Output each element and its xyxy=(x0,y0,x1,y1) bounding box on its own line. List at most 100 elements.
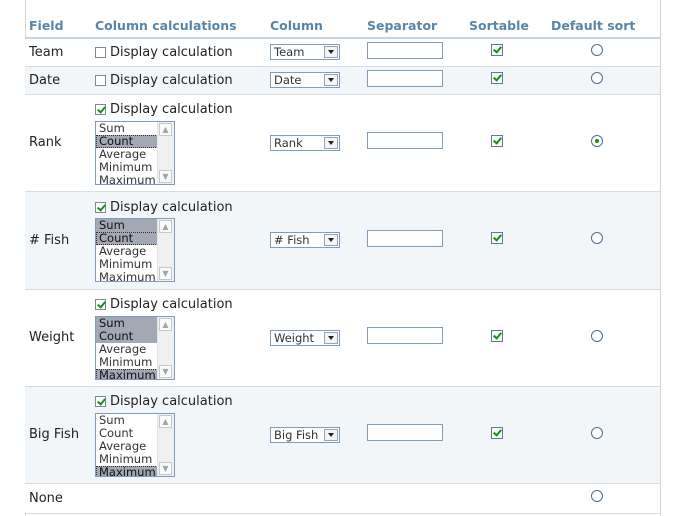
chevron-down-icon[interactable] xyxy=(324,331,338,344)
separator-input-team[interactable] xyxy=(367,41,443,59)
default-sort-radio-big-fish[interactable] xyxy=(590,426,603,439)
scroll-down-icon[interactable]: ▼ xyxy=(159,461,172,475)
chevron-down-icon[interactable] xyxy=(324,428,338,441)
listbox-scrollbar[interactable]: ▲ ▼ xyxy=(157,316,174,379)
calc-option-count[interactable]: Count xyxy=(96,426,160,440)
chevron-down-icon[interactable] xyxy=(324,74,338,86)
scroll-up-icon[interactable]: ▲ xyxy=(159,122,172,136)
chevron-down-icon[interactable] xyxy=(324,136,338,149)
scroll-down-icon[interactable]: ▼ xyxy=(159,267,172,280)
display-calculation-checkbox[interactable] xyxy=(95,104,106,115)
calc-option-sum[interactable]: Sum xyxy=(96,316,160,330)
scroll-down-icon[interactable]: ▼ xyxy=(159,364,172,378)
display-calculation-toggle[interactable]: Display calculation xyxy=(95,43,270,61)
display-calculation-label: Display calculation xyxy=(110,297,233,312)
calc-option-count[interactable]: Count xyxy=(96,329,160,343)
field-name-big-fish: Big Fish xyxy=(25,386,95,484)
field-name-fish: # Fish xyxy=(25,191,95,290)
calc-option-average[interactable]: Average xyxy=(96,147,160,161)
column-select-big-fish[interactable]: Big Fish xyxy=(270,426,340,443)
calc-option-sum[interactable]: Sum xyxy=(96,122,160,135)
separator-input-date[interactable] xyxy=(367,69,443,87)
calculation-listbox[interactable]: Sum Count Average Minimum Maximum ▲ ▼ xyxy=(95,120,175,185)
sortable-checkbox-date[interactable] xyxy=(491,72,503,84)
listbox-scrollbar[interactable]: ▲ ▼ xyxy=(157,413,174,476)
scroll-down-icon[interactable]: ▼ xyxy=(159,169,172,183)
header-sortable: Sortable xyxy=(469,14,551,39)
calc-option-count[interactable]: Count xyxy=(96,134,160,148)
chevron-down-icon[interactable] xyxy=(324,46,338,59)
column-select-date[interactable]: Date xyxy=(270,72,340,88)
display-calculation-label: Display calculation xyxy=(110,102,233,117)
display-calculation-toggle[interactable]: Display calculation xyxy=(95,198,270,216)
table-row: # Fish Display calculation Sum Count Average… xyxy=(25,191,660,290)
column-select-rank[interactable]: Rank xyxy=(270,134,340,151)
column-select-value: # Fish xyxy=(274,233,310,247)
calc-option-minimum[interactable]: Minimum xyxy=(96,160,160,174)
header-default-sort: Default sort xyxy=(551,14,660,39)
table-row: None xyxy=(25,483,660,514)
fields-table: Field Column calculations Column Separat… xyxy=(25,14,660,514)
display-calculation-checkbox[interactable] xyxy=(95,74,106,86)
display-calculation-label: Display calculation xyxy=(110,72,233,88)
display-calculation-checkbox[interactable] xyxy=(95,46,106,58)
default-sort-radio-weight[interactable] xyxy=(590,329,603,342)
column-select-value: Big Fish xyxy=(274,427,319,442)
calc-cell: Display calculation xyxy=(95,38,270,67)
calc-option-minimum[interactable]: Minimum xyxy=(96,452,160,466)
calc-cell: Display calculation Sum Count Average Minimu… xyxy=(95,191,270,290)
scroll-up-icon[interactable]: ▲ xyxy=(159,317,172,331)
table-row: Big Fish Display calculation Sum Count Avera… xyxy=(25,386,660,484)
field-name-team: Team xyxy=(25,38,95,67)
default-sort-radio-fish[interactable] xyxy=(590,232,603,244)
sortable-checkbox-rank[interactable] xyxy=(491,134,503,147)
calc-option-maximum[interactable]: Maximum xyxy=(96,368,160,379)
scroll-up-icon[interactable]: ▲ xyxy=(159,220,172,233)
header-separator: Separator xyxy=(367,14,469,39)
column-select-value: Date xyxy=(274,73,302,87)
calc-option-maximum[interactable]: Maximum xyxy=(96,173,160,184)
calc-option-average[interactable]: Average xyxy=(96,342,160,356)
column-select-team[interactable]: Team xyxy=(270,44,340,61)
separator-input-fish[interactable] xyxy=(367,229,443,247)
sortable-checkbox-fish[interactable] xyxy=(491,232,503,244)
display-calculation-label: Display calculation xyxy=(110,44,233,60)
column-select-value: Team xyxy=(274,45,305,60)
calc-option-maximum[interactable]: Maximum xyxy=(96,465,160,476)
separator-input-weight[interactable] xyxy=(367,327,443,344)
column-select-fish[interactable]: # Fish xyxy=(270,232,340,248)
display-calculation-toggle[interactable]: Display calculation xyxy=(95,101,270,119)
column-select-value: Weight xyxy=(274,330,315,345)
column-select-weight[interactable]: Weight xyxy=(270,329,340,346)
display-calculation-toggle[interactable]: Display calculation xyxy=(95,71,270,89)
table-row: Rank Display calculation Sum Count Average Mi… xyxy=(25,94,660,192)
calculation-listbox[interactable]: Sum Count Average Minimum Maximum ▲ ▼ xyxy=(95,315,175,380)
calc-option-maximum[interactable]: Maximum xyxy=(96,271,160,282)
display-calculation-checkbox[interactable] xyxy=(95,396,106,407)
display-calculation-toggle[interactable]: Display calculation xyxy=(95,296,270,314)
display-calculation-toggle[interactable]: Display calculation xyxy=(95,393,270,411)
display-calculation-checkbox[interactable] xyxy=(95,201,106,213)
header-field: Field xyxy=(25,14,95,39)
calc-option-sum[interactable]: Sum xyxy=(96,414,160,427)
default-sort-radio-team[interactable] xyxy=(590,44,603,57)
listbox-scrollbar[interactable]: ▲ ▼ xyxy=(157,219,174,281)
separator-input-big-fish[interactable] xyxy=(367,424,443,441)
separator-input-rank[interactable] xyxy=(367,132,443,149)
calc-option-minimum[interactable]: Minimum xyxy=(96,355,160,369)
default-sort-radio-none[interactable] xyxy=(590,490,603,502)
field-name-rank: Rank xyxy=(25,94,95,192)
scroll-up-icon[interactable]: ▲ xyxy=(159,414,172,428)
sortable-checkbox-big-fish[interactable] xyxy=(491,426,503,439)
chevron-down-icon[interactable] xyxy=(324,234,338,246)
calc-option-average[interactable]: Average xyxy=(96,439,160,453)
display-calculation-checkbox[interactable] xyxy=(95,299,106,310)
sortable-checkbox-team[interactable] xyxy=(491,44,503,57)
calculation-listbox[interactable]: Sum Count Average Minimum Maximum ▲ ▼ xyxy=(95,218,175,282)
listbox-scrollbar[interactable]: ▲ ▼ xyxy=(157,121,174,184)
calculation-listbox[interactable]: Sum Count Average Minimum Maximum ▲ ▼ xyxy=(95,412,175,477)
calc-cell: Display calculation xyxy=(95,66,270,95)
default-sort-radio-rank[interactable] xyxy=(590,134,603,147)
default-sort-radio-date[interactable] xyxy=(590,72,603,84)
sortable-checkbox-weight[interactable] xyxy=(491,329,503,342)
